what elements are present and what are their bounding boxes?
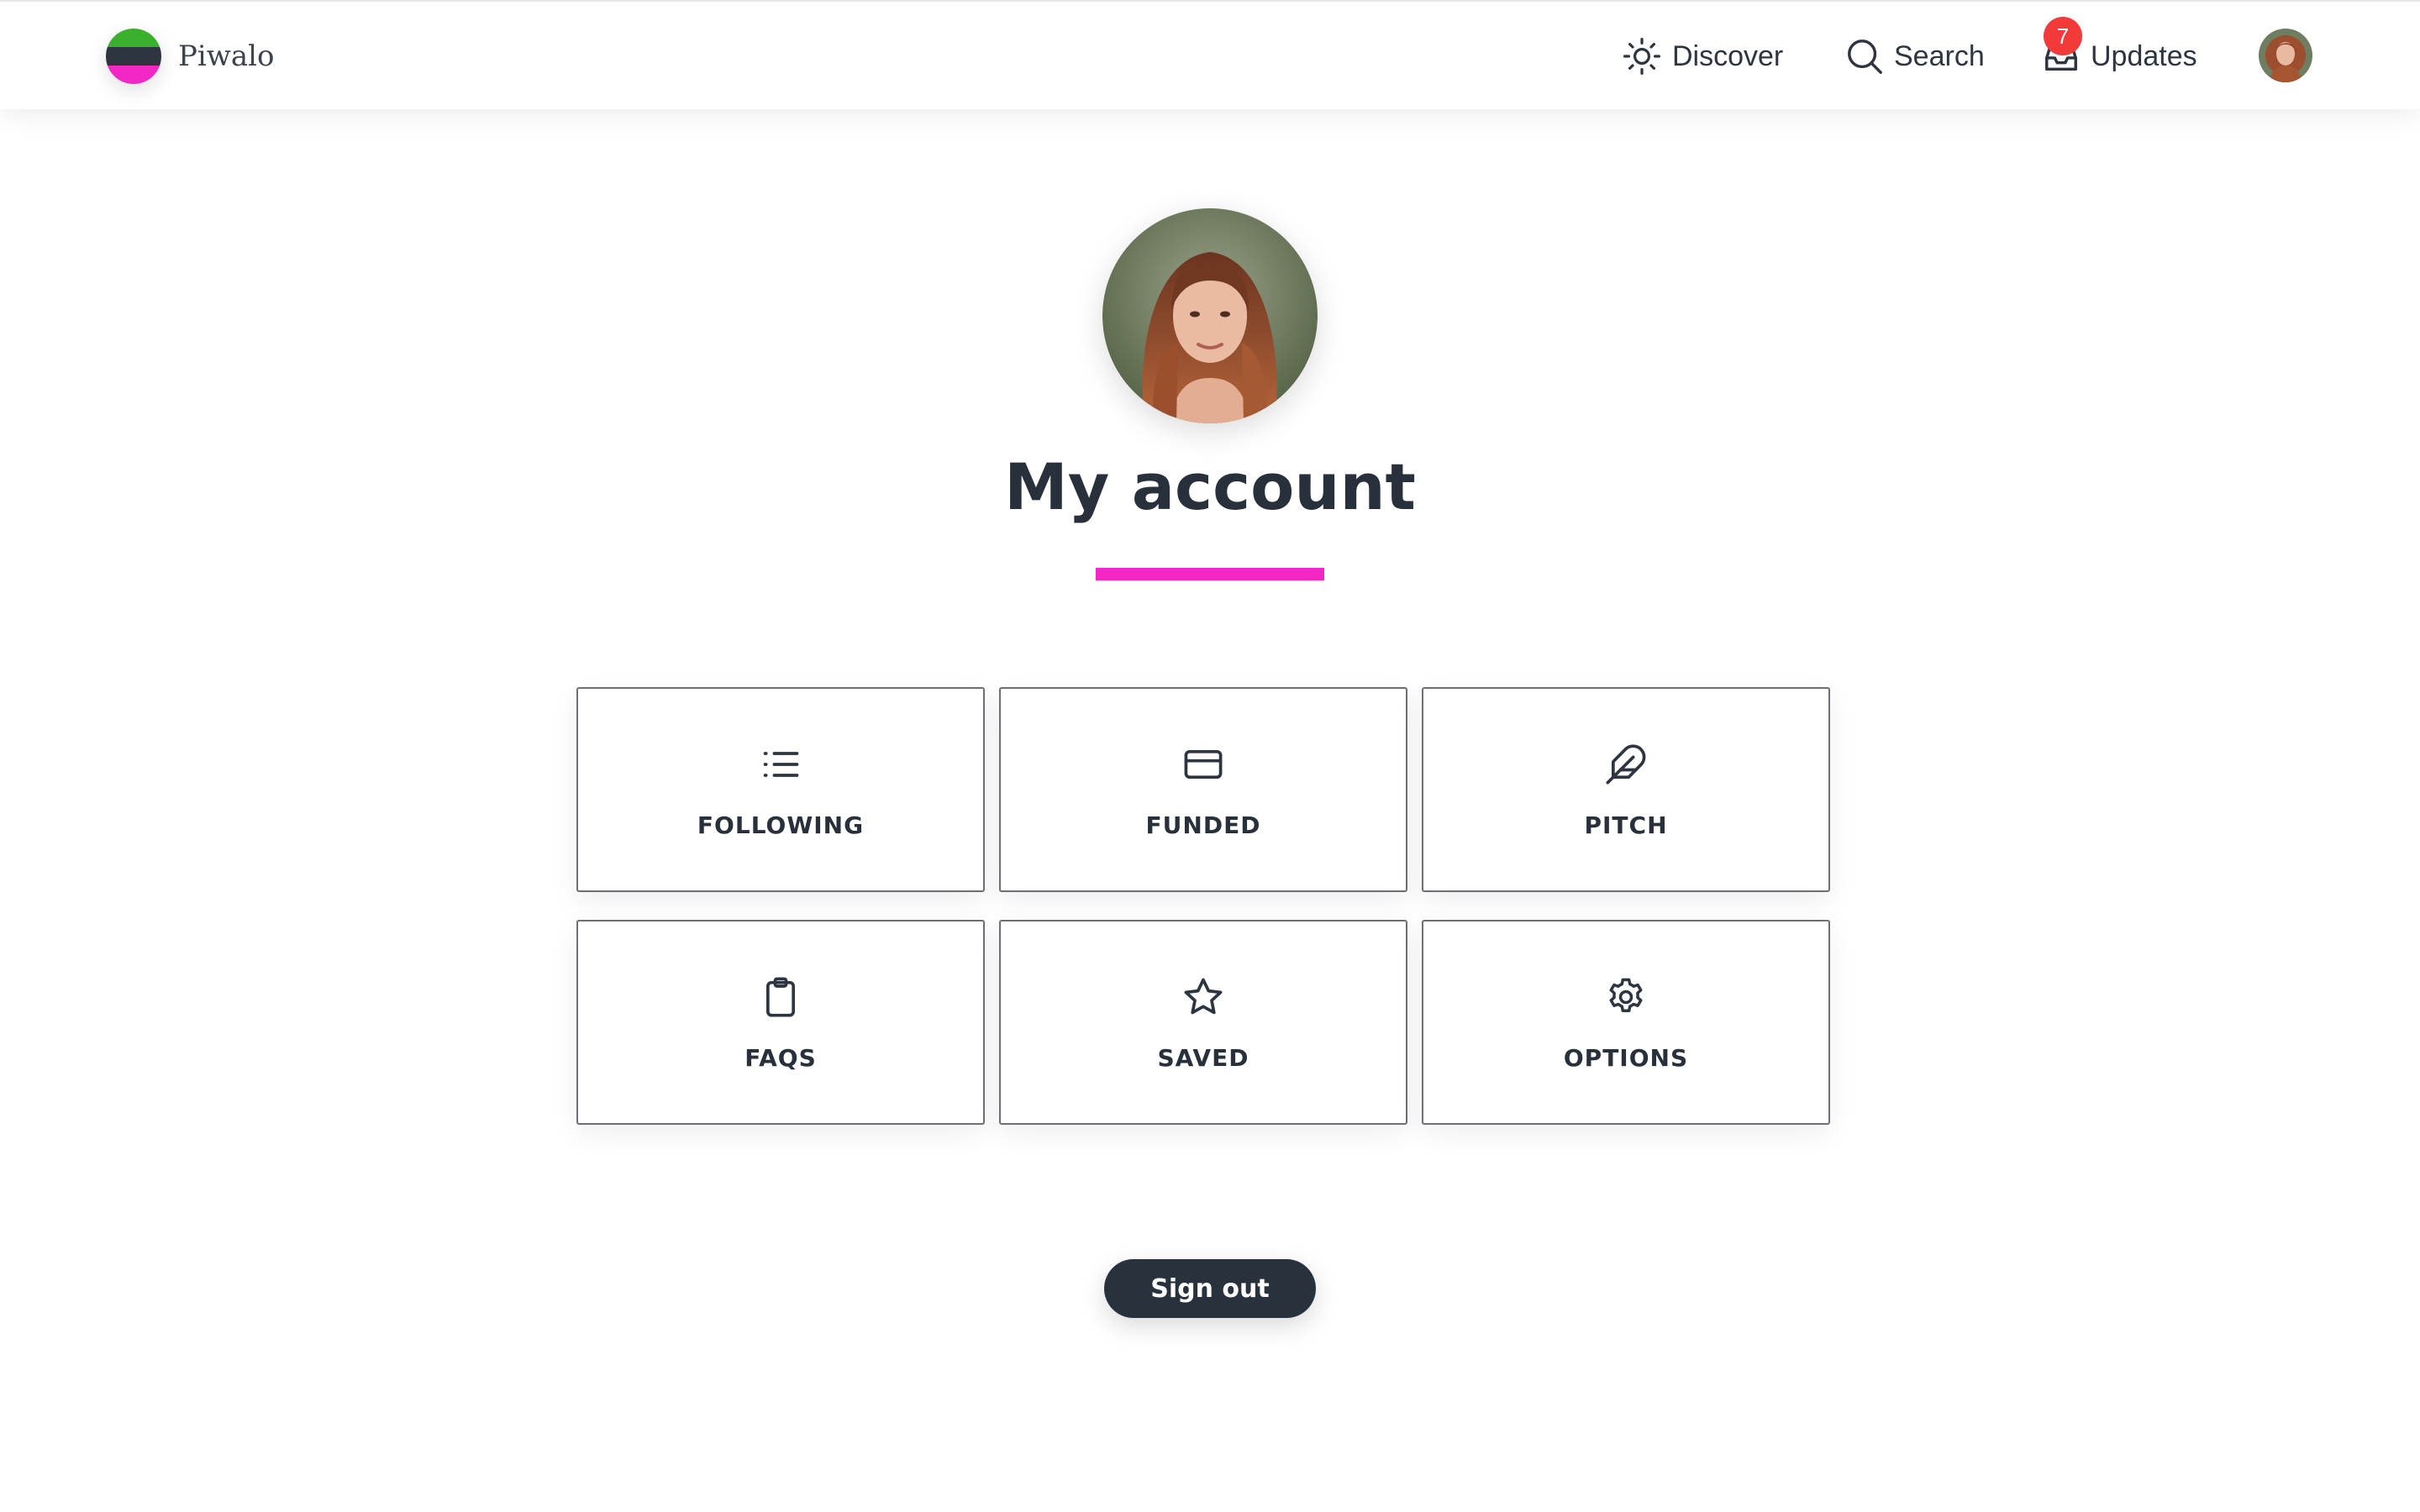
tile-following-label: FOLLOWING [697, 811, 865, 839]
tile-saved-label: SAVED [1157, 1044, 1249, 1072]
updates-count-badge: 7 [2044, 17, 2082, 55]
tile-faqs-label: FAQS [744, 1044, 817, 1072]
brand-home-link[interactable]: Piwalo [106, 29, 274, 84]
star-icon [1181, 975, 1225, 1019]
top-navigation-bar: Piwalo Discover Search Updates 7 [0, 0, 2420, 109]
tile-following[interactable]: FOLLOWING [576, 687, 985, 892]
page-title: My account [1004, 449, 1416, 524]
profile-photo [1102, 208, 1318, 423]
tile-saved[interactable]: SAVED [999, 920, 1407, 1125]
tile-pitch-label: PITCH [1584, 811, 1668, 839]
sun-icon [1622, 36, 1662, 76]
gear-icon [1604, 975, 1648, 1019]
credit-card-icon [1181, 743, 1225, 786]
nav-search-link[interactable]: Search [1845, 29, 1985, 84]
brand-logo-icon [106, 29, 161, 84]
nav-discover-label: Discover [1672, 39, 1784, 72]
feather-icon [1604, 743, 1648, 786]
user-avatar-menu[interactable] [2259, 29, 2312, 82]
tile-funded[interactable]: FUNDED [999, 687, 1407, 892]
nav-search-label: Search [1894, 39, 1985, 72]
tile-funded-label: FUNDED [1145, 811, 1261, 839]
nav-discover-link[interactable]: Discover [1622, 29, 1783, 84]
tile-faqs[interactable]: FAQS [576, 920, 985, 1125]
search-icon [1845, 37, 1884, 76]
brand-name: Piwalo [178, 39, 275, 73]
tile-pitch[interactable]: PITCH [1422, 687, 1830, 892]
title-underline [1096, 568, 1324, 580]
clipboard-icon [759, 975, 802, 1019]
sign-out-button[interactable]: Sign out [1104, 1259, 1316, 1318]
tile-options[interactable]: OPTIONS [1422, 920, 1830, 1125]
tile-options-label: OPTIONS [1563, 1044, 1689, 1072]
nav-updates-label: Updates [2091, 39, 2197, 72]
list-icon [759, 743, 802, 786]
